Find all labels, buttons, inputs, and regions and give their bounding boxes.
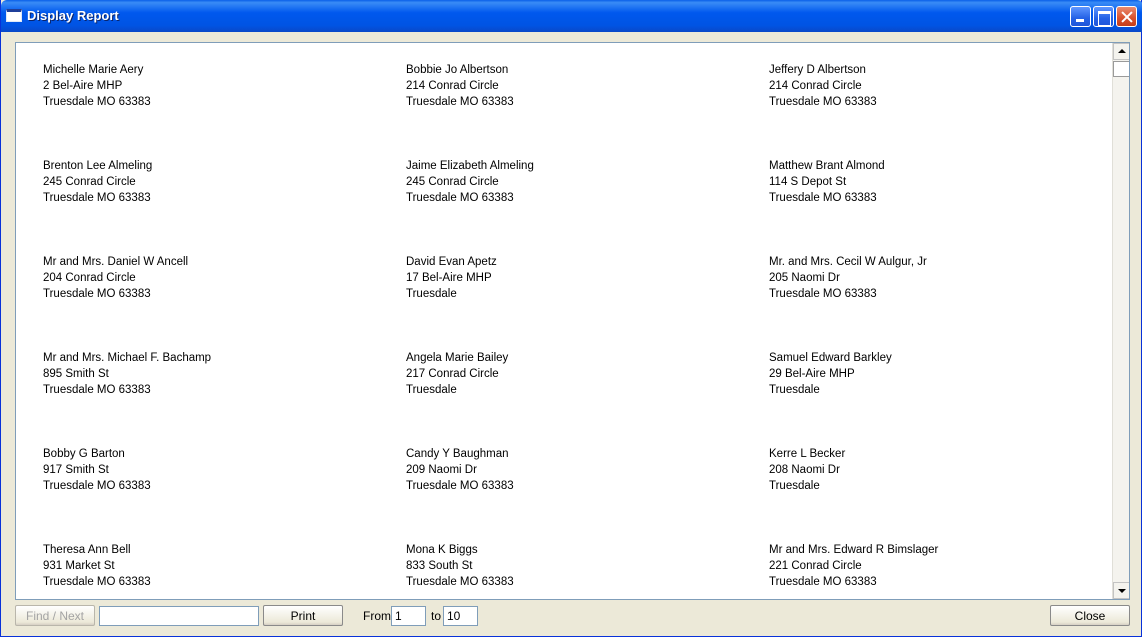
label-city: Truesdale MO 63383 [43,288,151,300]
mailing-label: Samuel Edward Barkley 29 Bel-Aire MHP True… [769,350,1109,398]
label-city: Truesdale [406,288,457,300]
mailing-label: Bobby G Barton 917 Smith St Truesdale MO 6… [43,446,383,494]
label-name: Bobby G Barton [43,448,125,460]
report-preview: Michelle Marie Aery 2 Bel-Aire MHP Truesda… [15,42,1130,600]
mailing-label: Jeffery D Albertson 214 Conrad Circle True… [769,62,1109,110]
mailing-label: Matthew Brant Almond 114 S Depot St Truesd… [769,158,1109,206]
label-address: 917 Smith St [43,464,109,476]
label-city: Truesdale MO 63383 [406,192,514,204]
label-address: 114 S Depot St [769,176,847,188]
mailing-label: Candy Y Baughman 209 Naomi Dr Truesdale MO… [406,446,746,494]
mailing-labels-grid: Michelle Marie Aery 2 Bel-Aire MHP Truesda… [16,43,1113,599]
mailing-label: Mr and Mrs. Edward R Bimslager 221 Conrad… [769,542,1109,590]
mailing-label: Kerre L Becker 208 Naomi Dr Truesdale [769,446,1109,494]
minimize-button[interactable] [1070,6,1091,27]
label-city: Truesdale MO 63383 [43,192,151,204]
label-address: 895 Smith St [43,368,109,380]
label-name: Angela Marie Bailey [406,352,509,364]
label-name: Theresa Ann Bell [43,544,131,556]
mailing-label: Michelle Marie Aery 2 Bel-Aire MHP Truesda… [43,62,383,110]
scroll-down-button[interactable] [1113,582,1129,599]
label-city: Truesdale MO 63383 [43,480,151,492]
label-name: Mr and Mrs. Edward R Bimslager [769,544,939,556]
label-address: 209 Naomi Dr [406,464,477,476]
label-address: 833 South St [406,560,473,572]
label-city: Truesdale [769,480,820,492]
label-name: Candy Y Baughman [406,448,509,460]
label-address: 245 Conrad Circle [43,176,136,188]
label-address: 214 Conrad Circle [406,80,499,92]
label-name: Samuel Edward Barkley [769,352,892,364]
maximize-button[interactable] [1093,6,1114,27]
title-bar[interactable]: Display Report [1,0,1142,32]
close-window-button[interactable] [1116,6,1137,27]
label-name: Brenton Lee Almeling [43,160,153,172]
mailing-label: Angela Marie Bailey 217 Conrad Circle True… [406,350,746,398]
to-page-input[interactable]: 10 [443,606,478,626]
scroll-thumb[interactable] [1113,61,1129,77]
label-name: Bobbie Jo Albertson [406,64,509,76]
mailing-label: Mr and Mrs. Michael F. Bachamp 895 Smith … [43,350,383,398]
label-address: 29 Bel-Aire MHP [769,368,855,380]
label-address: 931 Market St [43,560,115,572]
find-next-button[interactable]: Find / Next [15,605,95,626]
label-city: Truesdale MO 63383 [43,576,151,588]
label-name: Mona K Biggs [406,544,478,556]
label-name: Mr and Mrs. Michael F. Bachamp [43,352,212,364]
label-address: 214 Conrad Circle [769,80,862,92]
mailing-label: Bobbie Jo Albertson 214 Conrad Circle True… [406,62,746,110]
label-address: 245 Conrad Circle [406,176,499,188]
label-city: Truesdale MO 63383 [43,96,151,108]
label-city: Truesdale [769,384,820,396]
window-icon [6,9,22,22]
from-page-input[interactable]: 1 [391,606,426,626]
label-name: Jaime Elizabeth Almeling [406,160,534,172]
label-name: David Evan Apetz [406,256,497,268]
label-city: Truesdale MO 63383 [769,96,877,108]
close-button[interactable]: Close [1050,605,1130,626]
label-address: 17 Bel-Aire MHP [406,272,492,284]
display-report-window: Display Report Michelle Marie Aery 2 Bel-… [0,0,1142,637]
mailing-label: Brenton Lee Almeling 245 Conrad Circle Tru… [43,158,383,206]
mailing-label: Mr. and Mrs. Cecil W Aulgur, Jr 205 Naomi… [769,254,1109,302]
label-address: 2 Bel-Aire MHP [43,80,123,92]
label-city: Truesdale MO 63383 [406,480,514,492]
label-name: Michelle Marie Aery [43,64,144,76]
label-city: Truesdale MO 63383 [769,192,877,204]
mailing-label: Mr and Mrs. Daniel W Ancell 204 Conrad Ci… [43,254,383,302]
label-city: Truesdale MO 63383 [43,384,151,396]
print-button[interactable]: Print [263,605,343,626]
vertical-scrollbar[interactable] [1112,43,1129,599]
label-city: Truesdale MO 63383 [769,288,877,300]
label-city: Truesdale [406,384,457,396]
from-label: From [363,609,391,623]
to-label: to [431,609,442,623]
mailing-label: Theresa Ann Bell 931 Market St Truesdale M… [43,542,383,590]
label-name: Jeffery D Albertson [769,64,866,76]
mailing-label: Jaime Elizabeth Almeling 245 Conrad Circl… [406,158,746,206]
scroll-up-button[interactable] [1113,43,1129,60]
label-name: Mr. and Mrs. Cecil W Aulgur, Jr [769,256,927,268]
window-title: Display Report [27,8,119,23]
mailing-label: Mona K Biggs 833 South St Truesdale MO 633… [406,542,746,590]
label-city: Truesdale MO 63383 [406,576,514,588]
label-address: 217 Conrad Circle [406,368,499,380]
find-input[interactable] [99,606,259,626]
label-city: Truesdale MO 63383 [406,96,514,108]
label-name: Matthew Brant Almond [769,160,885,172]
label-address: 205 Naomi Dr [769,272,840,284]
label-name: Mr and Mrs. Daniel W Ancell [43,256,189,268]
label-name: Kerre L Becker [769,448,846,460]
mailing-label: David Evan Apetz 17 Bel-Aire MHP Truesdale [406,254,746,302]
label-address: 221 Conrad Circle [769,560,862,572]
label-address: 204 Conrad Circle [43,272,136,284]
label-city: Truesdale MO 63383 [769,576,877,588]
label-address: 208 Naomi Dr [769,464,840,476]
